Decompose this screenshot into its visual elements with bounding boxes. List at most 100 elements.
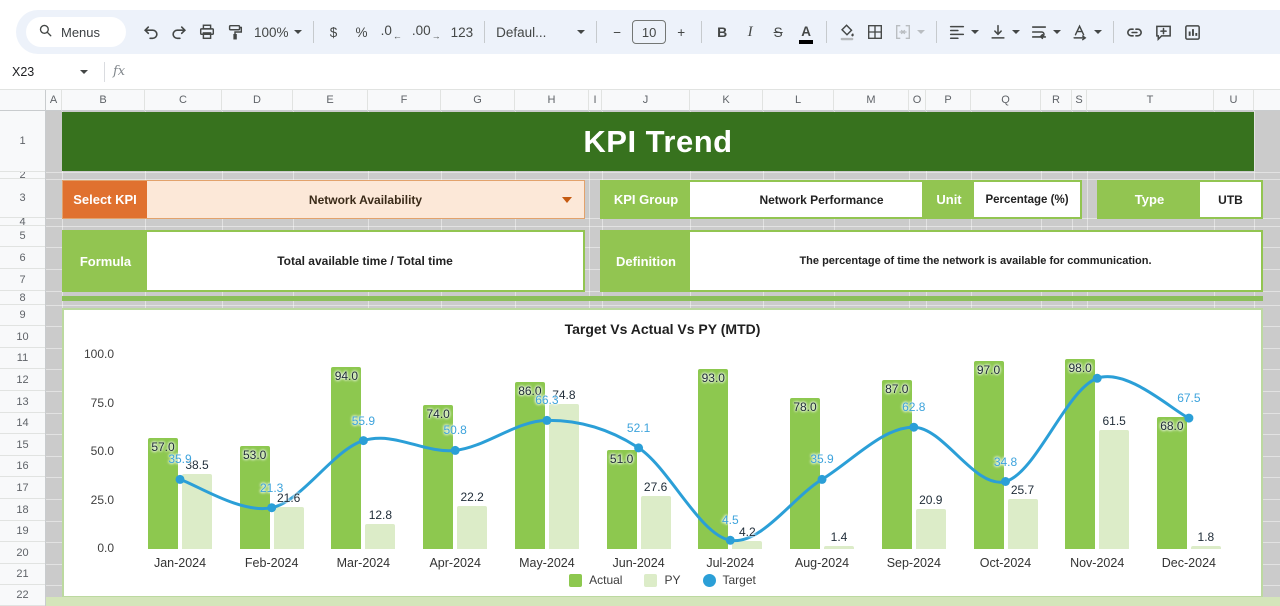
actual-bar bbox=[790, 398, 820, 549]
insert-comment-button[interactable] bbox=[1150, 19, 1177, 46]
borders-button[interactable] bbox=[862, 19, 888, 46]
text-wrap-button[interactable] bbox=[1026, 19, 1065, 46]
column-header-F[interactable]: F bbox=[368, 90, 441, 111]
font-size-input[interactable]: 10 bbox=[632, 20, 666, 44]
sheet-body: 12345678910111213141516171819202122 KPI … bbox=[0, 111, 1280, 606]
text-color-button[interactable]: A bbox=[793, 19, 819, 46]
insert-link-button[interactable] bbox=[1121, 19, 1148, 46]
zoom-select[interactable]: 100% bbox=[250, 19, 306, 46]
bold-button[interactable]: B bbox=[709, 19, 735, 46]
format-percent-button[interactable]: % bbox=[349, 19, 375, 46]
row-header-15[interactable]: 15 bbox=[0, 434, 45, 456]
text-rotation-button[interactable] bbox=[1067, 19, 1106, 46]
fill-color-button[interactable] bbox=[834, 19, 860, 46]
bottom-divider-strip bbox=[46, 597, 1280, 606]
row-header-13[interactable]: 13 bbox=[0, 391, 45, 413]
print-button[interactable] bbox=[194, 19, 220, 46]
chart-legend: ActualPYTarget bbox=[64, 573, 1261, 587]
column-header-H[interactable]: H bbox=[515, 90, 589, 111]
redo-icon bbox=[170, 23, 188, 41]
formula-value: Total available time / Total time bbox=[147, 232, 583, 290]
toolbar: Menus 100% $ % .0← .00→ 123 Defaul bbox=[16, 10, 1280, 54]
font-select[interactable]: Defaul... bbox=[492, 19, 589, 46]
row-header-11[interactable]: 11 bbox=[0, 348, 45, 369]
column-header-O[interactable]: O bbox=[909, 90, 926, 111]
row-header-16[interactable]: 16 bbox=[0, 456, 45, 477]
row-header-7[interactable]: 7 bbox=[0, 269, 45, 291]
row-header-6[interactable]: 6 bbox=[0, 247, 45, 269]
italic-button[interactable]: I bbox=[737, 19, 763, 46]
row-header-3[interactable]: 3 bbox=[0, 179, 45, 218]
toolbar-divider bbox=[826, 21, 827, 43]
row-header-22[interactable]: 22 bbox=[0, 585, 45, 606]
column-header-C[interactable]: C bbox=[145, 90, 222, 111]
row-header-18[interactable]: 18 bbox=[0, 499, 45, 521]
column-header-T[interactable]: T bbox=[1087, 90, 1214, 111]
row-header-17[interactable]: 17 bbox=[0, 477, 45, 499]
row-header-8[interactable]: 8 bbox=[0, 291, 45, 305]
row-header-12[interactable]: 12 bbox=[0, 369, 45, 391]
formula-widget: Formula Total available time / Total tim… bbox=[62, 230, 585, 292]
select-all-corner[interactable] bbox=[0, 90, 46, 111]
column-header-E[interactable]: E bbox=[293, 90, 368, 111]
paint-format-button[interactable] bbox=[222, 19, 248, 46]
kpi-dropdown[interactable]: Network Availability bbox=[147, 181, 584, 218]
month-label: Apr-2024 bbox=[415, 556, 495, 570]
row-header-9[interactable]: 9 bbox=[0, 305, 45, 326]
format-currency-button[interactable]: $ bbox=[321, 19, 347, 46]
row-header-10[interactable]: 10 bbox=[0, 326, 45, 348]
py-bar bbox=[365, 524, 395, 549]
gridline bbox=[46, 172, 1280, 173]
sheet-grid[interactable]: KPI Trend Select KPI Network Availabilit… bbox=[46, 111, 1280, 606]
column-header-M[interactable]: M bbox=[834, 90, 909, 111]
row-header-19[interactable]: 19 bbox=[0, 521, 45, 542]
increase-decimal-button[interactable]: .00→ bbox=[408, 19, 445, 46]
column-header-B[interactable]: B bbox=[62, 90, 145, 111]
column-header-R[interactable]: R bbox=[1041, 90, 1072, 111]
column-header-D[interactable]: D bbox=[222, 90, 293, 111]
undo-button[interactable] bbox=[138, 19, 164, 46]
column-header-Q[interactable]: Q bbox=[971, 90, 1041, 111]
column-header-U[interactable]: U bbox=[1214, 90, 1254, 111]
vertical-align-button[interactable] bbox=[985, 19, 1024, 46]
column-header-G[interactable]: G bbox=[441, 90, 515, 111]
row-header-21[interactable]: 21 bbox=[0, 564, 45, 585]
month-label: May-2024 bbox=[507, 556, 587, 570]
row-header-2[interactable]: 2 bbox=[0, 172, 45, 179]
column-header-S[interactable]: S bbox=[1072, 90, 1087, 111]
month-label: Oct-2024 bbox=[966, 556, 1046, 570]
insert-chart-button[interactable] bbox=[1179, 19, 1206, 46]
horizontal-align-button[interactable] bbox=[944, 19, 983, 46]
column-header-K[interactable]: K bbox=[690, 90, 763, 111]
column-header-L[interactable]: L bbox=[763, 90, 834, 111]
legend-marker-target bbox=[703, 574, 716, 587]
undo-icon bbox=[142, 23, 160, 41]
column-header-P[interactable]: P bbox=[926, 90, 971, 111]
column-header-I[interactable]: I bbox=[589, 90, 602, 111]
redo-button[interactable] bbox=[166, 19, 192, 46]
row-header-4[interactable]: 4 bbox=[0, 218, 45, 226]
row-header-5[interactable]: 5 bbox=[0, 226, 45, 247]
increase-font-size-button[interactable]: + bbox=[668, 19, 694, 46]
menus-search[interactable]: Menus bbox=[26, 17, 126, 47]
actual-data-label: 78.0 bbox=[783, 400, 827, 414]
kpi-trend-chart[interactable]: Target Vs Actual Vs PY (MTD) ActualPYTar… bbox=[62, 308, 1263, 598]
definition-widget: Definition The percentage of time the ne… bbox=[600, 230, 1263, 292]
row-header-1[interactable]: 1 bbox=[0, 111, 45, 172]
chevron-down-icon bbox=[577, 30, 585, 34]
kpi-group-value: Network Performance bbox=[690, 182, 953, 217]
column-header-J[interactable]: J bbox=[602, 90, 690, 111]
row-header-14[interactable]: 14 bbox=[0, 413, 45, 434]
menus-label: Menus bbox=[61, 25, 100, 40]
merge-cells-button[interactable] bbox=[890, 19, 929, 46]
target-data-label: 34.8 bbox=[984, 455, 1028, 469]
more-formats-button[interactable]: 123 bbox=[447, 19, 478, 46]
legend-item-actual: Actual bbox=[569, 573, 622, 587]
name-box[interactable]: X23 bbox=[0, 65, 96, 79]
decrease-font-size-button[interactable]: − bbox=[604, 19, 630, 46]
row-header-20[interactable]: 20 bbox=[0, 542, 45, 564]
decrease-decimal-button[interactable]: .0← bbox=[377, 19, 406, 46]
strikethrough-button[interactable]: S bbox=[765, 19, 791, 46]
column-header-A[interactable]: A bbox=[46, 90, 62, 111]
target-data-label: 35.9 bbox=[800, 452, 844, 466]
